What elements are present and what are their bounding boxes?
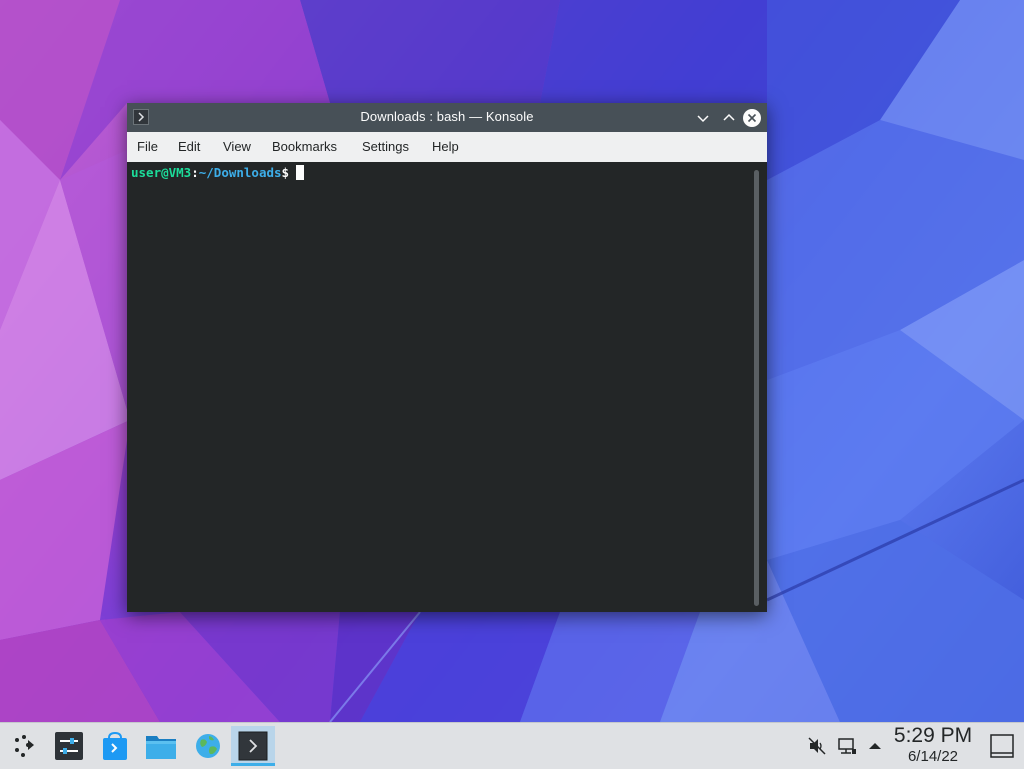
terminal-area[interactable]: user@VM3:~/Downloads$ — [127, 162, 767, 612]
tray-expand-arrow-icon[interactable] — [865, 736, 885, 756]
menu-edit[interactable]: Edit — [178, 139, 200, 154]
clock-time[interactable]: 5:29 PM — [885, 724, 981, 748]
discover-store-icon[interactable] — [99, 730, 131, 762]
volume-muted-icon[interactable] — [807, 736, 827, 756]
prompt-dollar: $ — [281, 165, 290, 180]
window-title: Downloads : bash — Konsole — [360, 109, 534, 124]
konsole-window: Downloads : bash — Konsole File Edit Vie… — [127, 103, 767, 612]
shell-prompt: user@VM3:~/Downloads$ — [131, 165, 305, 180]
system-settings-icon[interactable] — [53, 730, 85, 762]
close-icon — [743, 109, 761, 127]
clock-date[interactable]: 6/14/22 — [885, 748, 981, 765]
dolphin-file-manager-icon[interactable] — [145, 730, 177, 762]
konsole-terminal-icon[interactable] — [237, 730, 269, 762]
chevron-up-icon — [723, 113, 735, 121]
menu-view[interactable]: View — [223, 139, 251, 154]
menu-help[interactable]: Help — [432, 139, 459, 154]
menu-bookmarks[interactable]: Bookmarks — [272, 139, 337, 154]
window-titlebar[interactable]: Downloads : bash — Konsole — [127, 103, 767, 132]
application-launcher-icon[interactable] — [8, 730, 40, 762]
menu-file[interactable]: File — [137, 139, 158, 154]
menu-bar: File Edit View Bookmarks Settings Help — [127, 132, 767, 162]
prompt-colon: : — [191, 165, 199, 180]
minimize-button[interactable] — [693, 108, 713, 128]
prompt-path: ~/Downloads — [198, 165, 282, 180]
close-button[interactable] — [742, 108, 762, 128]
maximize-button[interactable] — [719, 108, 739, 128]
show-desktop-icon[interactable] — [989, 733, 1015, 759]
terminal-scrollbar[interactable] — [754, 170, 759, 606]
menu-settings[interactable]: Settings — [362, 139, 409, 154]
prompt-user-host: user@VM3 — [131, 165, 192, 180]
chevron-down-icon — [697, 115, 709, 123]
web-browser-globe-icon[interactable] — [192, 730, 224, 762]
text-cursor — [296, 165, 305, 180]
network-wired-icon[interactable] — [837, 736, 857, 756]
taskbar: 5:29 PM 6/14/22 — [0, 722, 1024, 769]
